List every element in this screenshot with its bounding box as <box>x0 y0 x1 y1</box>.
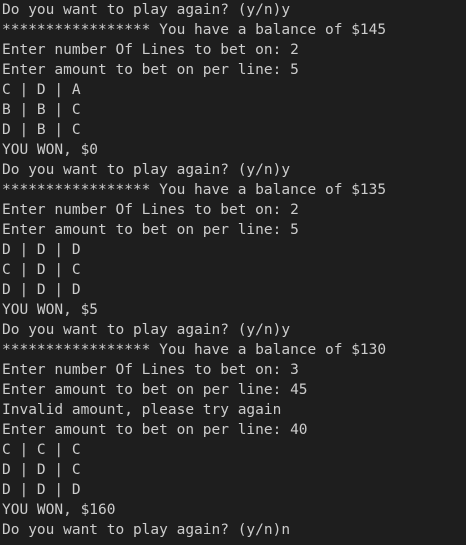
terminal-output[interactable]: Do you want to play again? (y/n)y ******… <box>0 0 466 545</box>
terminal-line: Enter amount to bet on per line: 40 <box>2 422 308 438</box>
terminal-line: B | B | C <box>2 102 81 118</box>
terminal-line: C | D | C <box>2 262 81 278</box>
terminal-line: D | D | D <box>2 282 81 298</box>
terminal-line: Enter amount to bet on per line: 5 <box>2 222 299 238</box>
terminal-line: C | C | C <box>2 442 81 458</box>
terminal-line: D | B | C <box>2 122 81 138</box>
terminal-line: ***************** You have a balance of … <box>2 22 387 38</box>
terminal-line: Do you want to play again? (y/n)n <box>2 522 291 538</box>
terminal-line: Enter number Of Lines to bet on: 2 <box>2 42 299 58</box>
terminal-line: Enter number Of Lines to bet on: 3 <box>2 362 299 378</box>
terminal-line: D | D | D <box>2 242 81 258</box>
terminal-line: Do you want to play again? (y/n)y <box>2 162 291 178</box>
terminal-line: Do you want to play again? (y/n)y <box>2 2 291 18</box>
terminal-line: C | D | A <box>2 82 81 98</box>
terminal-line: Do you want to play again? (y/n)y <box>2 322 291 338</box>
terminal-line: Enter amount to bet on per line: 5 <box>2 62 299 78</box>
terminal-line: YOU WON, $160 <box>2 502 116 518</box>
terminal-line: ***************** You have a balance of … <box>2 342 387 358</box>
terminal-line: D | D | D <box>2 482 81 498</box>
terminal-line: YOU WON, $0 <box>2 142 99 158</box>
terminal-line: D | D | C <box>2 462 81 478</box>
terminal-line: Invalid amount, please try again <box>2 402 282 418</box>
terminal-line: ***************** You have a balance of … <box>2 182 387 198</box>
terminal-line: Enter number Of Lines to bet on: 2 <box>2 202 299 218</box>
terminal-line: YOU WON, $5 <box>2 302 99 318</box>
terminal-line: Enter amount to bet on per line: 45 <box>2 382 308 398</box>
